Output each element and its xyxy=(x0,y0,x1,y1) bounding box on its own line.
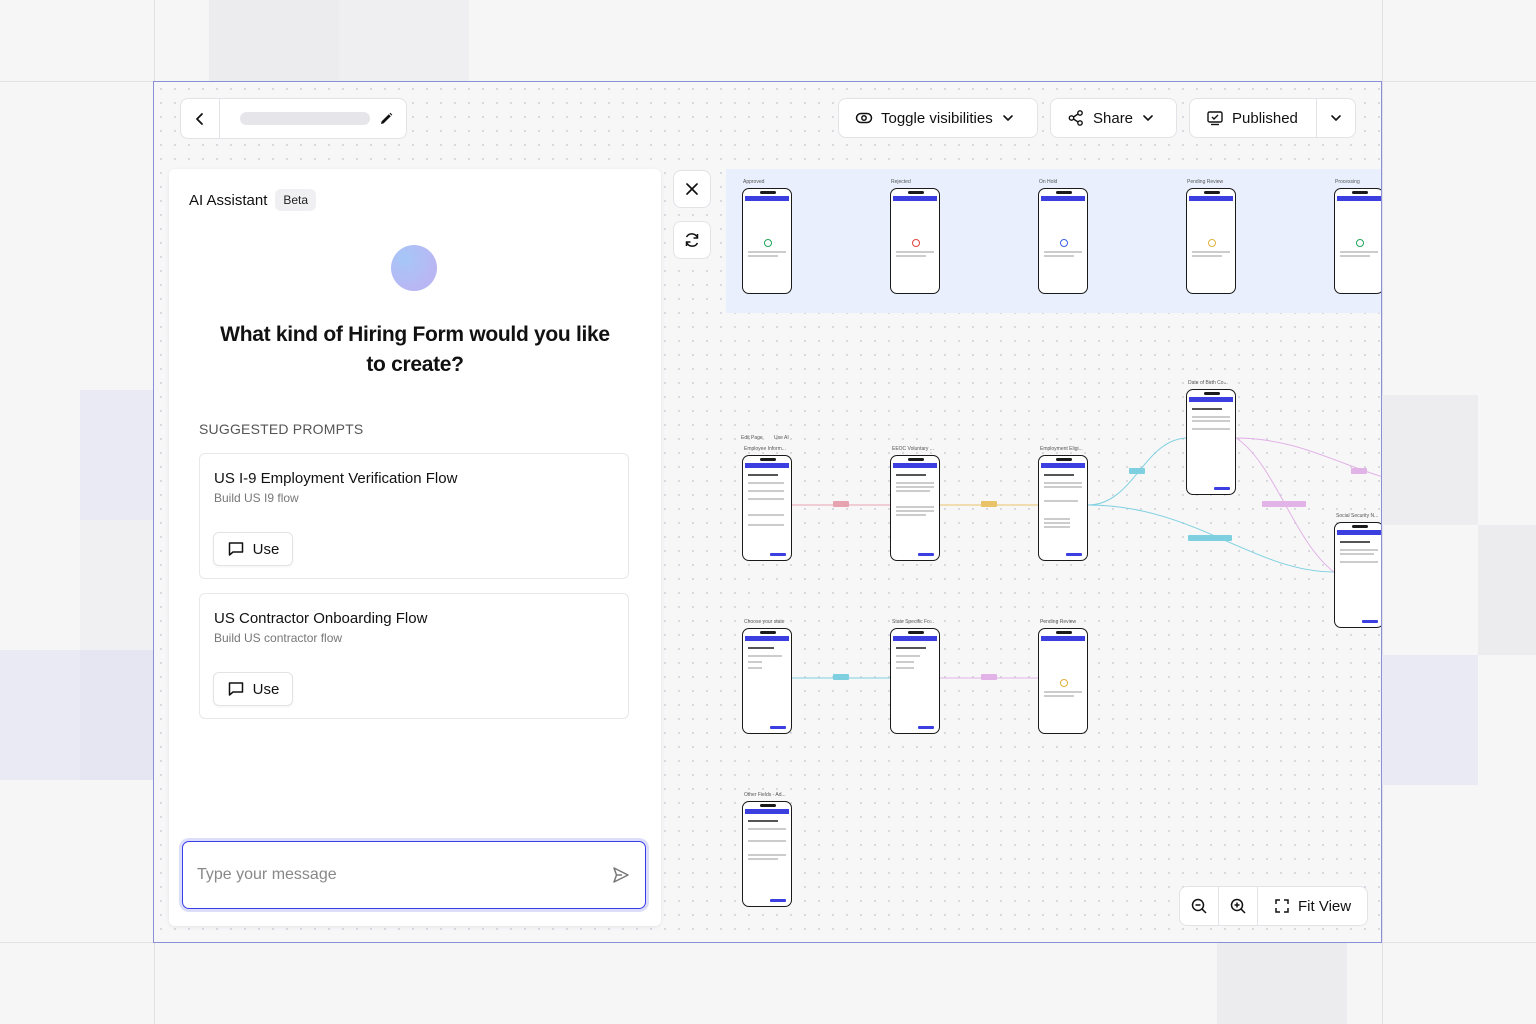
ai-header: AI Assistant Beta xyxy=(189,189,317,211)
prompt-subtitle: Build US I9 flow xyxy=(214,491,299,505)
fit-view-icon xyxy=(1274,898,1290,914)
share-label: Share xyxy=(1093,109,1134,127)
zoom-out-button[interactable] xyxy=(1180,887,1219,925)
app-window: Approved Rejected On Hold Pending Review… xyxy=(153,81,1382,943)
screen-node[interactable] xyxy=(1334,188,1381,294)
ai-title: AI Assistant xyxy=(189,191,268,209)
suggested-prompts-heading: SUGGESTED PROMPTS xyxy=(199,421,364,437)
screen-node[interactable] xyxy=(742,628,792,734)
node-label: Approved xyxy=(743,179,765,185)
refresh-icon xyxy=(683,231,701,249)
message-icon xyxy=(227,680,245,698)
refresh-button[interactable] xyxy=(673,221,711,259)
zoom-in-icon xyxy=(1229,897,1247,915)
screen-node[interactable] xyxy=(1038,188,1088,294)
use-ai-link[interactable]: Use AI xyxy=(774,435,789,441)
node-label: Processing xyxy=(1335,179,1360,185)
node-label: Employee Inform... xyxy=(744,446,786,452)
screen-node[interactable] xyxy=(742,188,792,294)
chevron-left-icon xyxy=(193,112,207,126)
node-label: State Specific Fo... xyxy=(892,619,934,625)
chevron-down-icon xyxy=(1141,111,1155,125)
ai-assistant-panel: AI Assistant Beta What kind of Hiring Fo… xyxy=(169,169,661,926)
share-button[interactable]: Share xyxy=(1050,98,1177,138)
fit-view-label: Fit View xyxy=(1298,897,1352,915)
screen-node[interactable] xyxy=(890,188,940,294)
screen-node[interactable] xyxy=(1038,455,1088,561)
use-prompt-button[interactable]: Use xyxy=(213,672,293,706)
toggle-visibilities-button[interactable]: Toggle visibilities xyxy=(838,98,1038,138)
node-label: Pending Review xyxy=(1187,179,1224,185)
message-icon xyxy=(227,540,245,558)
node-label: Choose your state xyxy=(744,619,785,625)
screen-node[interactable] xyxy=(742,455,792,561)
fit-view-button[interactable]: Fit View xyxy=(1258,898,1367,915)
form-title-field[interactable] xyxy=(219,98,407,139)
prompt-title: US Contractor Onboarding Flow xyxy=(214,610,428,627)
node-label: EEOC Voluntary ... xyxy=(892,446,934,452)
zoom-in-button[interactable] xyxy=(1219,887,1258,925)
publish-options-button[interactable] xyxy=(1316,98,1356,138)
close-icon xyxy=(685,182,699,196)
prompt-card[interactable]: US I-9 Employment Verification Flow Buil… xyxy=(199,453,629,579)
close-panel-button[interactable] xyxy=(673,170,711,208)
pencil-icon[interactable] xyxy=(378,111,394,127)
title-placeholder xyxy=(240,112,370,125)
node-label: Social Security N... xyxy=(1336,513,1379,519)
prompt-subtitle: Build US contractor flow xyxy=(214,631,343,645)
prompt-title: US I-9 Employment Verification Flow xyxy=(214,470,458,487)
published-icon xyxy=(1206,109,1224,127)
screen-node[interactable] xyxy=(890,628,940,734)
screen-node[interactable] xyxy=(742,801,792,907)
back-button[interactable] xyxy=(180,98,220,139)
node-label: Rejected xyxy=(891,179,911,185)
message-composer xyxy=(182,841,646,909)
node-label: Pending Review xyxy=(1040,619,1077,625)
screen-node[interactable] xyxy=(1186,188,1236,294)
prompt-card[interactable]: US Contractor Onboarding Flow Build US c… xyxy=(199,593,629,719)
screen-node[interactable] xyxy=(1038,628,1088,734)
screen-node[interactable] xyxy=(890,455,940,561)
node-label: Employment Eligi... xyxy=(1040,446,1083,452)
beta-badge: Beta xyxy=(275,189,317,211)
edit-page-link[interactable]: Edit Page xyxy=(741,435,763,441)
toggle-visibilities-label: Toggle visibilities xyxy=(881,109,993,127)
zoom-out-icon xyxy=(1190,897,1208,915)
share-icon xyxy=(1067,109,1085,127)
eye-icon xyxy=(855,109,873,127)
use-label: Use xyxy=(252,540,280,558)
node-label: Other Fields - Ad... xyxy=(744,792,786,798)
use-prompt-button[interactable]: Use xyxy=(213,532,293,566)
published-button[interactable]: Published xyxy=(1189,98,1317,138)
ai-orb xyxy=(391,245,437,291)
node-label: On Hold xyxy=(1039,179,1058,185)
chevron-down-icon xyxy=(1329,111,1343,125)
zoom-controls: Fit View xyxy=(1179,886,1369,926)
screen-node[interactable] xyxy=(1334,522,1381,628)
use-label: Use xyxy=(252,680,280,698)
published-label: Published xyxy=(1232,109,1298,127)
send-icon[interactable] xyxy=(611,865,631,885)
ai-question: What kind of Hiring Form would you like … xyxy=(220,323,610,376)
node-label: Date of Birth Co... xyxy=(1188,380,1228,386)
message-input[interactable] xyxy=(197,866,611,884)
chevron-down-icon xyxy=(1001,111,1015,125)
screen-node[interactable] xyxy=(1186,389,1236,495)
